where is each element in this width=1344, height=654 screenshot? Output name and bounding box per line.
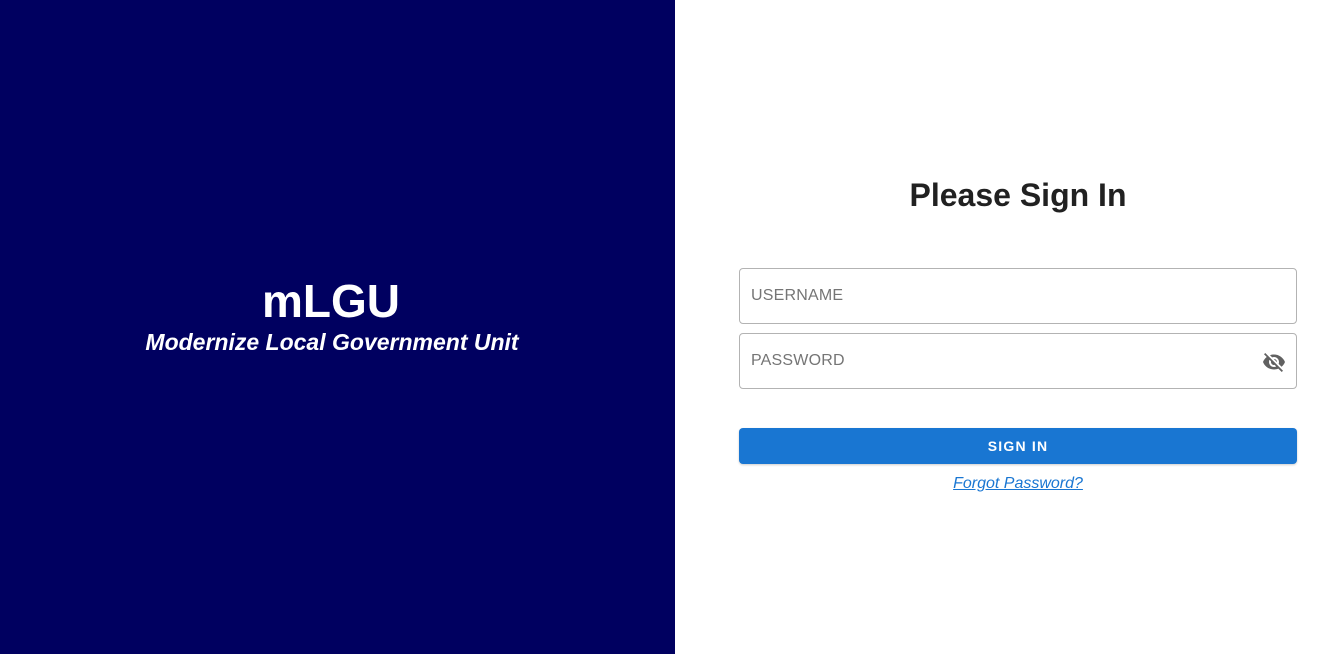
app-tagline: Modernize Local Government Unit <box>145 329 519 355</box>
signin-form-panel: Please Sign In SIGN IN Forgot Password? <box>675 0 1344 654</box>
visibility-off-icon[interactable] <box>1262 350 1286 374</box>
app-logo-title: mLGU <box>262 275 400 327</box>
forgot-password-link[interactable]: Forgot Password? <box>739 474 1297 494</box>
password-input[interactable] <box>740 334 1296 388</box>
page-title: Please Sign In <box>909 177 1127 213</box>
login-page: mLGU Modernize Local Government Unit Ple… <box>0 0 1344 654</box>
username-input[interactable] <box>740 269 1296 323</box>
brand-panel: mLGU Modernize Local Government Unit <box>0 0 675 654</box>
password-field[interactable] <box>739 333 1297 389</box>
username-field[interactable] <box>739 268 1297 324</box>
sign-in-button[interactable]: SIGN IN <box>739 428 1297 464</box>
